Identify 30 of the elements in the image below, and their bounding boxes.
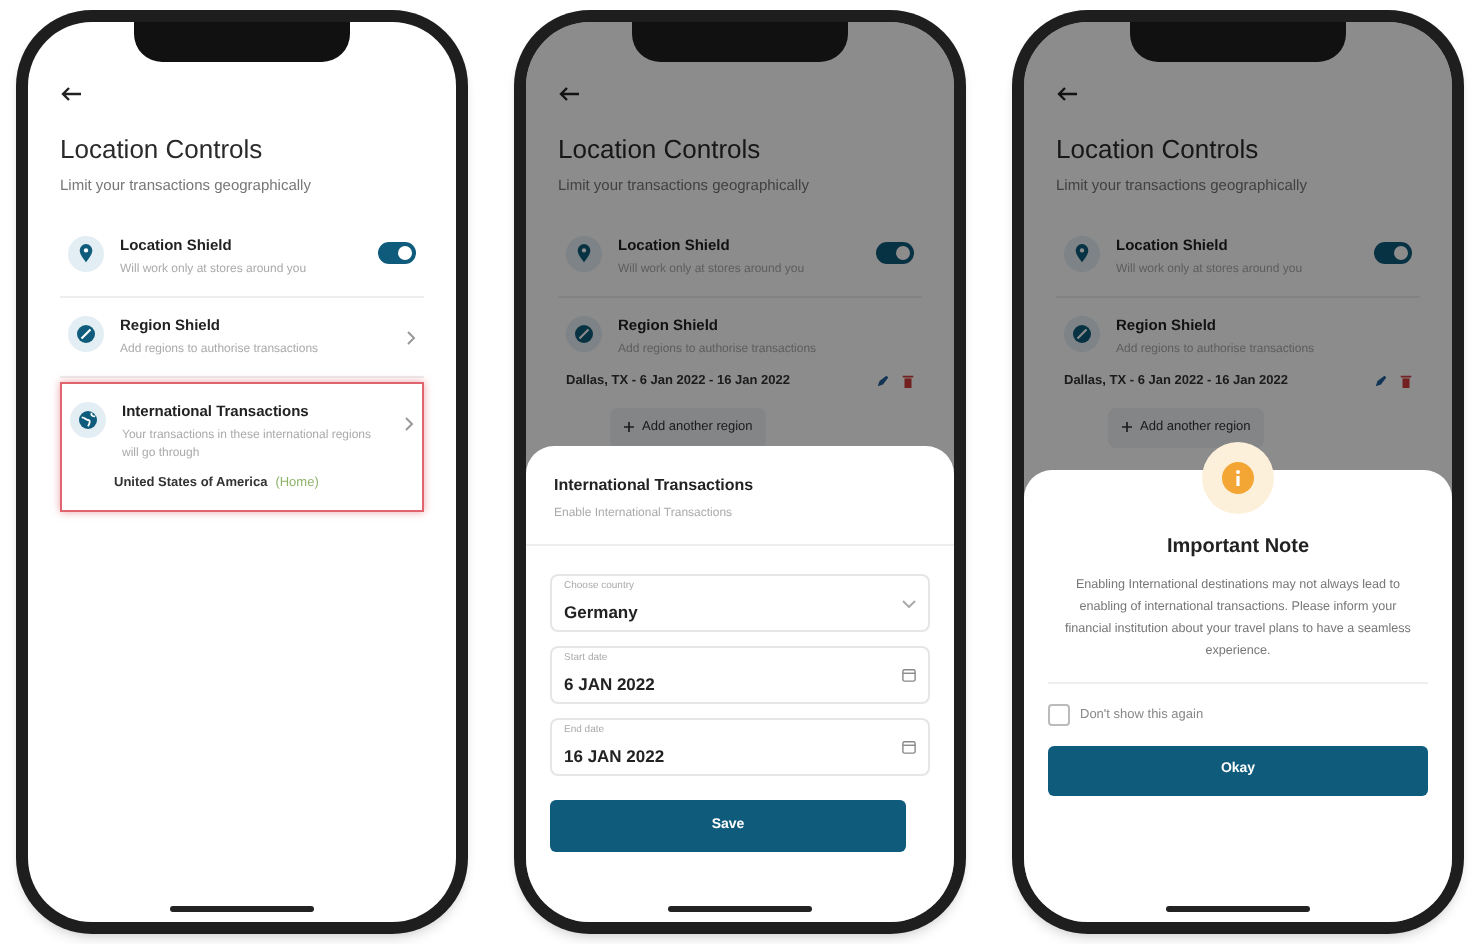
field-value: 6 JAN 2022 bbox=[564, 671, 657, 698]
trash-icon bbox=[902, 374, 914, 389]
home-indicator bbox=[170, 906, 314, 912]
pencil-icon bbox=[1374, 374, 1388, 389]
plus-icon bbox=[1122, 422, 1132, 433]
toggle-switch[interactable] bbox=[876, 241, 914, 263]
chevron-right-icon bbox=[406, 329, 416, 346]
screen-title: Location Controls bbox=[558, 134, 763, 167]
checkbox[interactable] bbox=[1048, 704, 1070, 727]
field-value: 16 JAN 2022 bbox=[564, 743, 667, 770]
home-indicator bbox=[1166, 906, 1310, 912]
chevron-right-icon bbox=[404, 416, 414, 432]
plus-icon bbox=[624, 422, 634, 433]
screen-title: Location Controls bbox=[60, 134, 265, 167]
trash-icon bbox=[1400, 374, 1412, 389]
toggle-switch[interactable] bbox=[1374, 241, 1412, 263]
pencil-icon bbox=[876, 374, 890, 389]
home-indicator bbox=[668, 906, 812, 912]
back-arrow-icon[interactable] bbox=[60, 86, 82, 102]
field-value: Germany bbox=[564, 599, 640, 626]
map-pin-icon bbox=[566, 235, 602, 271]
map-pin-icon bbox=[1064, 235, 1100, 271]
calendar-icon bbox=[902, 668, 916, 682]
screen-title: Location Controls bbox=[1056, 134, 1261, 167]
calendar-icon bbox=[902, 740, 916, 754]
chevron-down-icon bbox=[902, 599, 916, 607]
sheet-title: International Transactions bbox=[554, 474, 756, 498]
sheet-title: Important Note bbox=[1166, 534, 1310, 562]
map-pin-icon bbox=[68, 235, 104, 271]
toggle-switch[interactable] bbox=[378, 241, 416, 263]
